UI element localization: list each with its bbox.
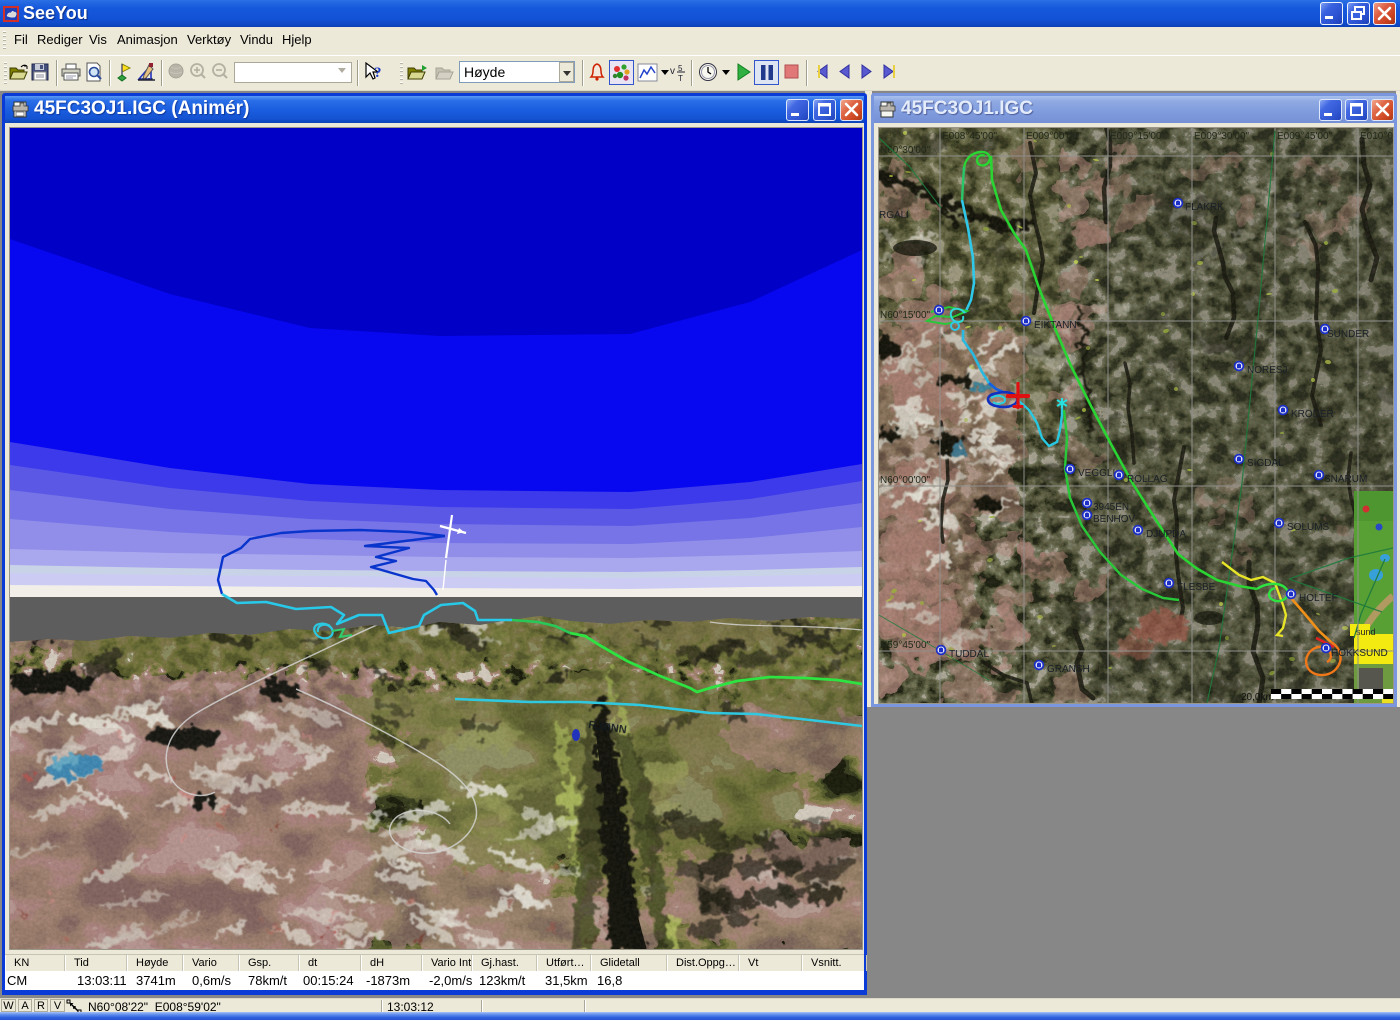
svg-text:T: T — [678, 74, 683, 82]
svg-text:KRODER: KRODER — [1291, 409, 1334, 420]
svg-text:TUDDAL: TUDDAL — [949, 649, 989, 660]
svg-text:E010°0: E010°0 — [1360, 131, 1393, 142]
svg-text:FLAKRK: FLAKRK — [1185, 202, 1224, 213]
svg-text:HOLTEF: HOLTEF — [1299, 593, 1338, 604]
svg-text:N60°00'00": N60°00'00" — [880, 475, 930, 486]
svg-text:RGALI: RGALI — [879, 210, 909, 221]
svg-text:N60°15'00": N60°15'00" — [880, 310, 930, 321]
svg-text:DJUPDA: DJUPDA — [1146, 529, 1186, 540]
svg-text:EIKTANN: EIKTANN — [1034, 320, 1077, 331]
svg-text:E009°30'00": E009°30'00" — [1194, 131, 1250, 142]
svg-text:SUNDER: SUNDER — [1327, 329, 1369, 340]
svg-text:v: v — [670, 66, 675, 77]
svg-text:E009°45'00": E009°45'00" — [1277, 131, 1333, 142]
svg-text:SOLUMS: SOLUMS — [1287, 522, 1330, 533]
svg-text:ROLLAG: ROLLAG — [1127, 474, 1168, 485]
svg-text:E009°15'00": E009°15'00" — [1110, 131, 1166, 142]
svg-text:N59°45'00": N59°45'00" — [880, 640, 930, 651]
svg-text:BENHOV: BENHOV — [1093, 514, 1136, 525]
svg-text:VEGGLI: VEGGLI — [1078, 468, 1115, 479]
svg-text:NORESJ: NORESJ — [1247, 365, 1288, 376]
svg-text:SNARUM: SNARUM — [1324, 474, 1367, 485]
svg-text:sund: sund — [1356, 627, 1376, 637]
svg-text:E009°00'00": E009°00'00" — [1026, 131, 1082, 142]
svg-text:SIGDAL: SIGDAL — [1247, 458, 1284, 469]
svg-text:HOKKSUND: HOKKSUND — [1331, 648, 1388, 659]
svg-text:20,0km: 20,0km — [1241, 692, 1274, 703]
svg-text:GRANSH: GRANSH — [1047, 664, 1090, 675]
svg-text:FLESBE: FLESBE — [1177, 582, 1216, 593]
svg-text:?: ? — [374, 65, 382, 81]
svg-text:E008°45'00": E008°45'00" — [942, 131, 998, 142]
svg-text:3945EN: 3945EN — [1093, 502, 1129, 513]
